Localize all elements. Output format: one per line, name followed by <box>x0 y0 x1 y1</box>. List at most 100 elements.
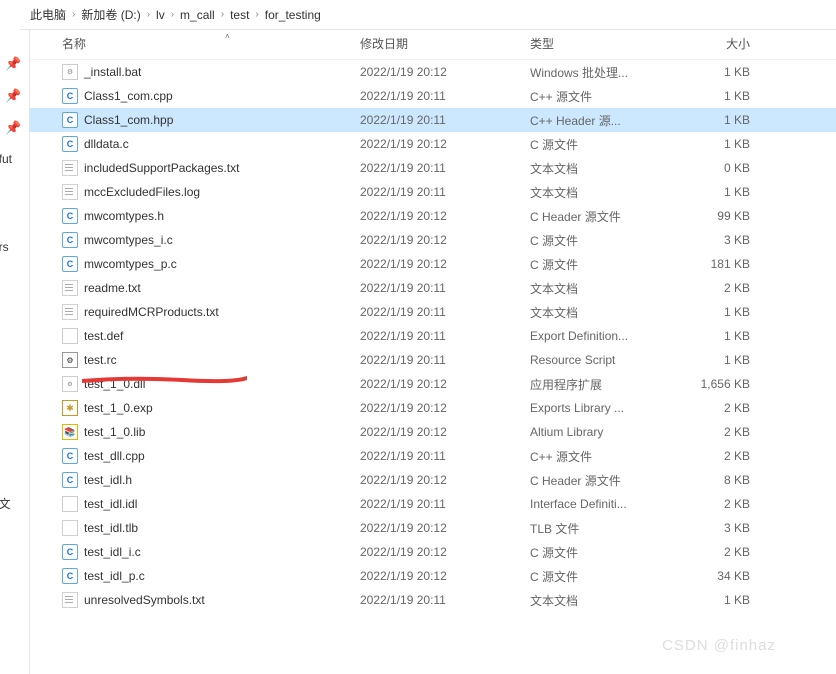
file-def-icon <box>62 328 78 344</box>
file-size: 1 KB <box>670 113 760 127</box>
file-row[interactable]: Cmwcomtypes_i.c2022/1/19 20:12C 源文件3 KB <box>30 228 836 252</box>
breadcrumb-item[interactable]: 新加卷 (D:) <box>81 6 140 23</box>
file-name: test_dll.cpp <box>84 449 145 463</box>
file-type: 文本文档 <box>530 280 670 297</box>
file-row[interactable]: CClass1_com.hpp2022/1/19 20:11C++ Header… <box>30 108 836 132</box>
file-row[interactable]: test_idl.tlb2022/1/19 20:12TLB 文件3 KB <box>30 516 836 540</box>
file-c-icon: C <box>62 256 78 272</box>
breadcrumb-item[interactable]: test <box>230 8 249 22</box>
file-date: 2022/1/19 20:11 <box>360 281 530 295</box>
file-size: 0 KB <box>670 161 760 175</box>
left-panel-stub: 📌 📌 📌 hfut ers e文 <box>0 30 30 674</box>
file-size: 2 KB <box>670 449 760 463</box>
file-type: Interface Definiti... <box>530 497 670 511</box>
file-size: 1 KB <box>670 185 760 199</box>
file-type: C 源文件 <box>530 568 670 585</box>
file-name: test_idl.h <box>84 473 132 487</box>
file-row[interactable]: requiredMCRProducts.txt2022/1/19 20:11文本… <box>30 300 836 324</box>
file-txt-icon <box>62 160 78 176</box>
file-row[interactable]: mccExcludedFiles.log2022/1/19 20:11文本文档1… <box>30 180 836 204</box>
file-type: C++ 源文件 <box>530 88 670 105</box>
file-row[interactable]: Ctest_idl_p.c2022/1/19 20:12C 源文件34 KB <box>30 564 836 588</box>
column-header-type[interactable]: 类型 <box>530 35 670 52</box>
file-type: C 源文件 <box>530 136 670 153</box>
file-rc-icon: ⚙ <box>62 352 78 368</box>
file-dll-icon: ⚙ <box>62 376 78 392</box>
breadcrumb-item[interactable]: 此电脑 <box>30 6 66 23</box>
file-name: _install.bat <box>84 65 141 79</box>
file-row[interactable]: includedSupportPackages.txt2022/1/19 20:… <box>30 156 836 180</box>
file-row[interactable]: Ctest_idl.h2022/1/19 20:12C Header 源文件8 … <box>30 468 836 492</box>
file-row[interactable]: Ctest_idl_i.c2022/1/19 20:12C 源文件2 KB <box>30 540 836 564</box>
breadcrumb-item[interactable]: m_call <box>180 8 215 22</box>
file-size: 34 KB <box>670 569 760 583</box>
file-size: 1 KB <box>670 329 760 343</box>
file-date: 2022/1/19 20:12 <box>360 473 530 487</box>
file-date: 2022/1/19 20:11 <box>360 593 530 607</box>
file-size: 1 KB <box>670 137 760 151</box>
file-view: ˄ 名称 修改日期 类型 大小 ⚙_install.bat2022/1/19 2… <box>30 30 836 674</box>
chevron-right-icon: › <box>171 9 174 20</box>
file-row[interactable]: ⚙_install.bat2022/1/19 20:12Windows 批处理.… <box>30 60 836 84</box>
watermark: CSDN @finhaz <box>662 637 776 654</box>
file-name: Class1_com.hpp <box>84 113 173 127</box>
breadcrumb[interactable]: 此电脑›新加卷 (D:)›lv›m_call›test›for_testing <box>20 0 836 30</box>
file-txt-icon <box>62 304 78 320</box>
file-date: 2022/1/19 20:11 <box>360 449 530 463</box>
file-c-icon: C <box>62 544 78 560</box>
file-row[interactable]: test.def2022/1/19 20:11Export Definition… <box>30 324 836 348</box>
file-row[interactable]: readme.txt2022/1/19 20:11文本文档2 KB <box>30 276 836 300</box>
file-name: unresolvedSymbols.txt <box>84 593 205 607</box>
file-row[interactable]: unresolvedSymbols.txt 2022/1/19 20:11文本文档… <box>30 588 836 612</box>
file-row[interactable]: Cmwcomtypes_p.c2022/1/19 20:12C 源文件181 K… <box>30 252 836 276</box>
file-name: test_idl.tlb <box>84 521 138 535</box>
file-date: 2022/1/19 20:12 <box>360 65 530 79</box>
file-size: 2 KB <box>670 281 760 295</box>
file-row[interactable]: Ctest_dll.cpp 2022/1/19 20:11C++ 源文件2 KB <box>30 444 836 468</box>
file-type: 文本文档 <box>530 592 670 609</box>
file-size: 3 KB <box>670 233 760 247</box>
file-type: C Header 源文件 <box>530 208 670 225</box>
column-header-size[interactable]: 大小 <box>670 35 760 52</box>
file-type: 应用程序扩展 <box>530 376 670 393</box>
file-type: Exports Library ... <box>530 401 670 415</box>
file-name: test_1_0.exp <box>84 401 153 415</box>
file-size: 8 KB <box>670 473 760 487</box>
file-type: Windows 批处理... <box>530 64 670 81</box>
breadcrumb-item[interactable]: lv <box>156 8 165 22</box>
file-date: 2022/1/19 20:12 <box>360 401 530 415</box>
file-name: mccExcludedFiles.log <box>84 185 200 199</box>
file-size: 181 KB <box>670 257 760 271</box>
file-date: 2022/1/19 20:12 <box>360 425 530 439</box>
column-header-date[interactable]: 修改日期 <box>360 35 530 52</box>
file-type: 文本文档 <box>530 304 670 321</box>
file-row[interactable]: test_idl.idl 2022/1/19 20:11Interface Def… <box>30 492 836 516</box>
file-date: 2022/1/19 20:11 <box>360 305 530 319</box>
file-date: 2022/1/19 20:11 <box>360 497 530 511</box>
file-type: C++ 源文件 <box>530 448 670 465</box>
file-date: 2022/1/19 20:12 <box>360 257 530 271</box>
file-name: mwcomtypes_p.c <box>84 257 177 271</box>
file-row[interactable]: ⚙test.rc2022/1/19 20:11Resource Script1 … <box>30 348 836 372</box>
file-row[interactable]: 📚test_1_0.lib2022/1/19 20:12Altium Libra… <box>30 420 836 444</box>
file-c-icon: C <box>62 448 78 464</box>
file-row[interactable]: Cdlldata.c2022/1/19 20:12C 源文件1 KB <box>30 132 836 156</box>
file-size: 2 KB <box>670 425 760 439</box>
file-row[interactable]: CClass1_com.cpp2022/1/19 20:11C++ 源文件1 K… <box>30 84 836 108</box>
chevron-right-icon: › <box>221 9 224 20</box>
file-row[interactable]: Cmwcomtypes.h2022/1/19 20:12C Header 源文件… <box>30 204 836 228</box>
file-date: 2022/1/19 20:11 <box>360 329 530 343</box>
file-size: 1 KB <box>670 89 760 103</box>
file-c-icon: C <box>62 88 78 104</box>
file-idl-icon <box>62 496 78 512</box>
breadcrumb-item[interactable]: for_testing <box>265 8 321 22</box>
file-date: 2022/1/19 20:11 <box>360 113 530 127</box>
file-name: includedSupportPackages.txt <box>84 161 239 175</box>
file-name: test_idl.idl <box>84 497 137 511</box>
column-header-name[interactable]: 名称 <box>62 35 360 52</box>
file-name: test_idl_i.c <box>84 545 141 559</box>
file-row[interactable]: ✱test_1_0.exp2022/1/19 20:12Exports Libr… <box>30 396 836 420</box>
file-row[interactable]: ⚙test_1_0.dll2022/1/19 20:12应用程序扩展1,656 … <box>30 372 836 396</box>
file-type: Altium Library <box>530 425 670 439</box>
file-date: 2022/1/19 20:11 <box>360 89 530 103</box>
